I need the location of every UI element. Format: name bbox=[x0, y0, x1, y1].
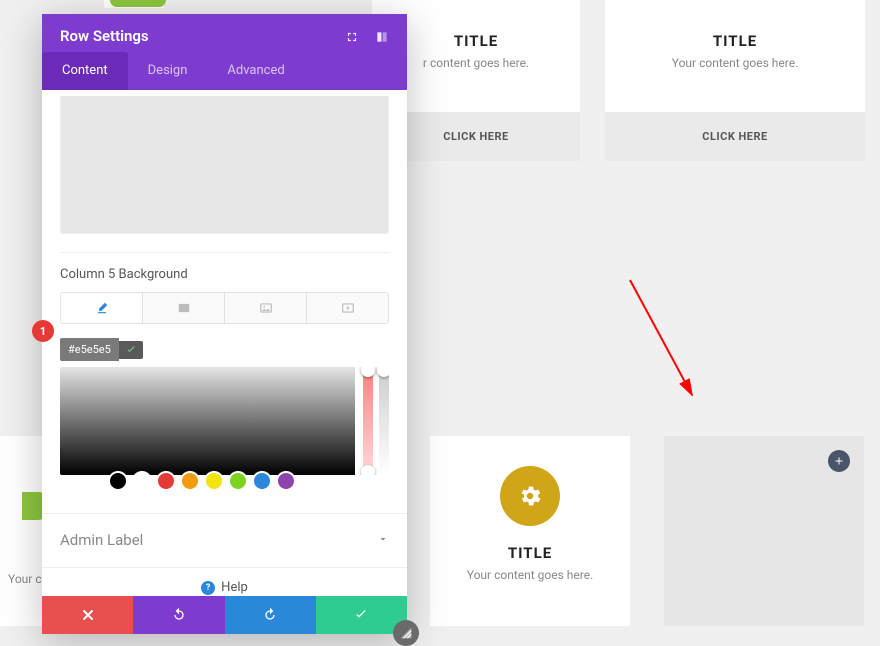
hue-thumb-2[interactable] bbox=[361, 465, 375, 475]
gear-circle-icon bbox=[500, 466, 560, 526]
hex-input[interactable]: #e5e5e5 bbox=[60, 338, 119, 361]
bg-tab-video[interactable] bbox=[307, 293, 388, 323]
circle-icon bbox=[110, 0, 166, 7]
resize-handle[interactable] bbox=[393, 620, 419, 646]
swatch-blue[interactable] bbox=[252, 471, 272, 491]
cancel-button[interactable] bbox=[42, 596, 133, 634]
annotation-marker-1: 1 bbox=[32, 320, 54, 342]
help-icon: ? bbox=[201, 581, 215, 595]
alpha-thumb[interactable] bbox=[377, 367, 389, 377]
chevron-down-icon bbox=[377, 530, 389, 549]
bg-tab-image[interactable] bbox=[225, 293, 307, 323]
swatch-black[interactable] bbox=[108, 471, 128, 491]
swatch-purple[interactable] bbox=[276, 471, 296, 491]
row-settings-modal: 1 Row Settings Content Design Advanced C… bbox=[42, 14, 407, 634]
card-subtitle: Your content goes here. bbox=[605, 56, 865, 70]
hex-confirm-button[interactable] bbox=[119, 341, 143, 359]
swatch-orange[interactable] bbox=[180, 471, 200, 491]
hue-slider[interactable] bbox=[363, 367, 373, 475]
tab-design[interactable]: Design bbox=[128, 52, 208, 90]
expand-icon[interactable] bbox=[345, 29, 359, 43]
help-label: Help bbox=[221, 580, 248, 595]
modal-title: Row Settings bbox=[60, 27, 149, 45]
undo-button[interactable] bbox=[133, 596, 224, 634]
click-here-button[interactable]: CLICK HERE bbox=[605, 112, 865, 161]
add-module-button[interactable] bbox=[828, 450, 850, 472]
color-field[interactable] bbox=[60, 367, 355, 475]
bg-tab-color[interactable] bbox=[61, 293, 143, 323]
tab-content[interactable]: Content bbox=[42, 52, 128, 90]
snap-icon[interactable] bbox=[375, 29, 389, 43]
hue-thumb[interactable] bbox=[361, 367, 375, 377]
card: TITLE Your content goes here. bbox=[430, 436, 630, 626]
background-type-tabs bbox=[60, 292, 389, 324]
color-swatches bbox=[60, 481, 389, 501]
swatch-white[interactable] bbox=[132, 471, 152, 491]
section-label: Column 5 Background bbox=[60, 267, 389, 282]
tab-advanced[interactable]: Advanced bbox=[207, 52, 304, 90]
admin-label-toggle[interactable]: Admin Label bbox=[60, 514, 389, 567]
card-title: TITLE bbox=[605, 32, 865, 50]
annotation-arrow bbox=[620, 270, 710, 410]
redo-button[interactable] bbox=[225, 596, 316, 634]
card-subtitle: Your content goes here. bbox=[430, 568, 630, 582]
swatch-green[interactable] bbox=[228, 471, 248, 491]
bg-tab-gradient[interactable] bbox=[143, 293, 225, 323]
card-title: TITLE bbox=[430, 544, 630, 562]
admin-label-text: Admin Label bbox=[60, 531, 143, 549]
empty-card bbox=[664, 436, 864, 626]
swatch-yellow[interactable] bbox=[204, 471, 224, 491]
swatch-red[interactable] bbox=[156, 471, 176, 491]
background-preview bbox=[60, 96, 389, 234]
alpha-slider[interactable] bbox=[379, 367, 389, 475]
